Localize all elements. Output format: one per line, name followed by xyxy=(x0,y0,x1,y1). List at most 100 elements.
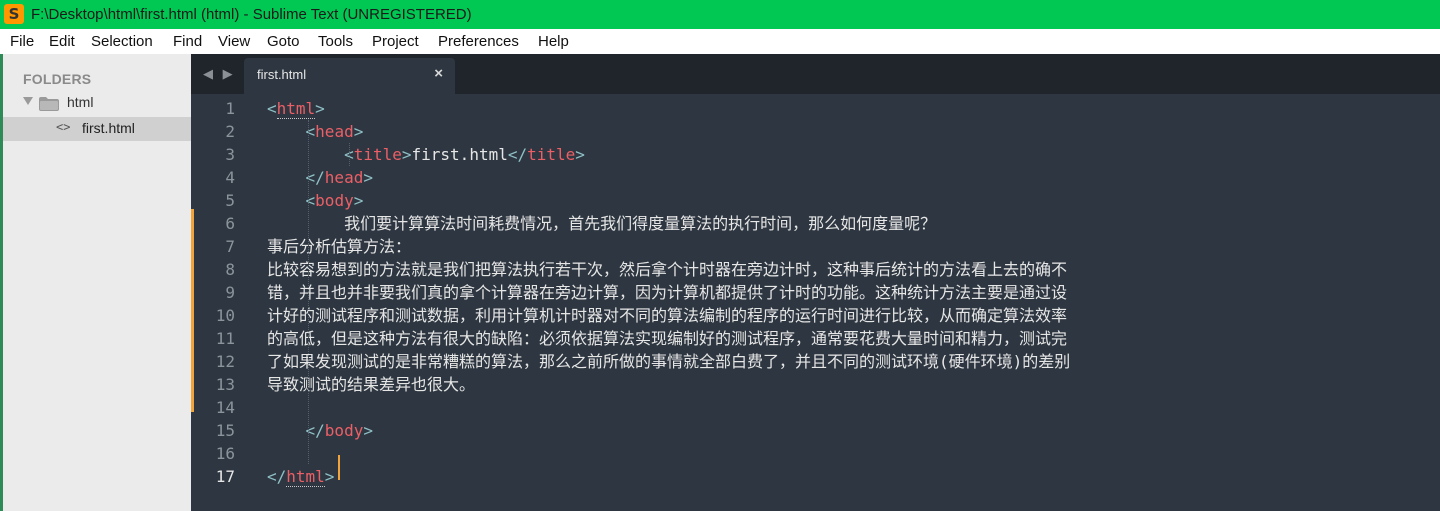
code-line: 13 导致测试的结果差异也很大。 xyxy=(191,373,1440,396)
code-line: 17 </html> xyxy=(191,465,1440,488)
text-content: 的高低，但是这种方法有很大的缺陷：必须依据算法实现编制好的测试程序，通常要花费大… xyxy=(267,329,1068,348)
code-editor[interactable]: 1 <html> 2 <head> 3 <title>first.html</titl… xyxy=(191,94,1440,511)
menu-selection[interactable]: Selection xyxy=(91,29,153,54)
line-number: 8 xyxy=(225,260,235,279)
menu-bar: File Edit Selection Find View Goto Tools… xyxy=(0,29,1440,55)
line-number: 16 xyxy=(215,444,235,463)
code-content: <head> xyxy=(267,120,364,143)
menu-find[interactable]: Find xyxy=(173,29,202,54)
line-number: 4 xyxy=(225,168,235,187)
text-content: 事后分析估算方法： xyxy=(267,237,412,256)
text-content: 计好的测试程序和测试数据，利用计算机计时器对不同的算法编制的程序的运行时间进行比… xyxy=(267,306,1068,325)
menu-goto[interactable]: Goto xyxy=(267,29,300,54)
code-content: 事后分析估算方法： xyxy=(267,235,411,258)
code-line: 15 </body> xyxy=(191,419,1440,442)
line-number: 10 xyxy=(215,306,235,325)
tab-first-html[interactable]: first.html × xyxy=(244,58,455,94)
code-content: 错，并且也并非要我们真的拿个计算器在旁边计算，因为计算机都提供了计时的功能。这种… xyxy=(267,281,1067,304)
sublime-app-icon: S xyxy=(4,4,24,24)
sidebar-folder-html[interactable]: html xyxy=(3,93,191,115)
tag-punct: > xyxy=(363,168,373,187)
code-line: 10 计好的测试程序和测试数据，利用计算机计时器对不同的算法编制的程序的运行时间进… xyxy=(191,304,1440,327)
menu-edit[interactable]: Edit xyxy=(49,29,75,54)
tag-punct: > xyxy=(324,467,335,486)
code-line: 9 错，并且也并非要我们真的拿个计算器在旁边计算，因为计算机都提供了计时的功能。这… xyxy=(191,281,1440,304)
sidebar-file-first-html[interactable]: <> first.html xyxy=(3,117,191,141)
code-line: 6 我们要计算算法时间耗费情况，首先我们得度量算法的执行时间，那么如何度量呢？ xyxy=(191,212,1440,235)
folder-icon xyxy=(39,97,59,111)
text-content: 导致测试的结果差异也很大。 xyxy=(267,375,476,394)
line-number: 17 xyxy=(215,467,235,486)
tag-punct: < xyxy=(267,99,277,118)
line-number: 12 xyxy=(215,352,235,371)
code-content: 计好的测试程序和测试数据，利用计算机计时器对不同的算法编制的程序的运行时间进行比… xyxy=(267,304,1067,327)
code-line: 16 xyxy=(191,442,1440,465)
line-number: 15 xyxy=(215,421,235,440)
line-number: 11 xyxy=(215,329,235,348)
line-number: 2 xyxy=(225,122,235,141)
text-content: 比较容易想到的方法就是我们把算法执行若干次，然后拿个计时器在旁边计时，这种事后统… xyxy=(267,260,1068,279)
line-number: 3 xyxy=(225,145,235,164)
line-number: 1 xyxy=(225,99,235,118)
code-content: </html> xyxy=(267,465,334,488)
text-content: 了如果发现测试的是非常糟糕的算法，那么之前所做的事情就全部白费了，并且不同的测试… xyxy=(267,352,1071,371)
code-line: 11 的高低，但是这种方法有很大的缺陷：必须依据算法实现编制好的测试程序，通常要花… xyxy=(191,327,1440,350)
code-content: 了如果发现测试的是非常糟糕的算法，那么之前所做的事情就全部白费了，并且不同的测试… xyxy=(267,350,1070,373)
tag-punct: > xyxy=(363,421,373,440)
sidebar: FOLDERS html <> first.html xyxy=(3,54,191,511)
code-line: 12 了如果发现测试的是非常糟糕的算法，那么之前所做的事情就全部白费了，并且不同的… xyxy=(191,350,1440,373)
expand-arrow-icon[interactable] xyxy=(23,97,33,105)
line-number: 6 xyxy=(225,214,235,233)
code-line: 8 比较容易想到的方法就是我们把算法执行若干次，然后拿个计时器在旁边计时，这种事后… xyxy=(191,258,1440,281)
tag-punct: < xyxy=(305,191,316,210)
text-content: 我们要计算算法时间耗费情况，首先我们得度量算法的执行时间，那么如何度量呢？ xyxy=(344,214,937,233)
code-content: <title>first.html</title> xyxy=(267,143,585,166)
code-line: 14 xyxy=(191,396,1440,419)
code-line: 3 <title>first.html</title> xyxy=(191,143,1440,166)
menu-view[interactable]: View xyxy=(218,29,250,54)
code-line: 4 </head> xyxy=(191,166,1440,189)
code-line: 2 <head> xyxy=(191,120,1440,143)
indent-guide xyxy=(349,143,350,166)
code-content: 导致测试的结果差异也很大。 xyxy=(267,373,475,396)
folder-name: html xyxy=(67,94,94,110)
line-number: 9 xyxy=(225,283,235,302)
code-line: 1 <html> xyxy=(191,97,1440,120)
folders-heading: FOLDERS xyxy=(23,71,92,87)
text-content: first.html xyxy=(411,145,508,164)
tag-name: title xyxy=(353,145,402,164)
code-line: 5 <body> xyxy=(191,189,1440,212)
tag-name: head xyxy=(315,122,354,141)
tag-name: html xyxy=(276,99,316,119)
tag-punct: < xyxy=(305,122,316,141)
menu-tools[interactable]: Tools xyxy=(318,29,353,54)
line-number: 14 xyxy=(215,398,235,417)
code-content: 的高低，但是这种方法有很大的缺陷：必须依据算法实现编制好的测试程序，通常要花费大… xyxy=(267,327,1067,350)
menu-help[interactable]: Help xyxy=(538,29,569,54)
line-number: 7 xyxy=(225,237,235,256)
close-icon[interactable]: × xyxy=(434,65,443,82)
menu-preferences[interactable]: Preferences xyxy=(438,29,519,54)
code-content: 我们要计算算法时间耗费情况，首先我们得度量算法的执行时间，那么如何度量呢？ xyxy=(267,212,936,235)
tag-name: body xyxy=(315,191,354,210)
tag-name: html xyxy=(286,467,325,487)
tag-name: body xyxy=(324,421,364,440)
code-content: <html> xyxy=(267,97,325,120)
tab-nav-arrows-icon[interactable]: ◀ ▶ xyxy=(203,66,236,82)
tag-name: title xyxy=(527,145,576,164)
code-content: <body> xyxy=(267,189,364,212)
tag-punct: > xyxy=(353,122,364,141)
code-file-icon: <> xyxy=(56,120,71,134)
tag-punct: > xyxy=(353,191,364,210)
menu-file[interactable]: File xyxy=(10,29,34,54)
code-content: 比较容易想到的方法就是我们把算法执行若干次，然后拿个计时器在旁边计时，这种事后统… xyxy=(267,258,1067,281)
code-content: </head> xyxy=(267,166,373,189)
line-number: 5 xyxy=(225,191,235,210)
window-title: F:\Desktop\html\first.html (html) - Subl… xyxy=(31,6,472,23)
tag-punct: > xyxy=(401,145,412,164)
file-name: first.html xyxy=(82,120,135,136)
tab-bar: ◀ ▶ first.html × xyxy=(191,54,1440,94)
menu-project[interactable]: Project xyxy=(372,29,419,54)
tag-name: head xyxy=(324,168,364,187)
indent-guide xyxy=(308,120,309,464)
